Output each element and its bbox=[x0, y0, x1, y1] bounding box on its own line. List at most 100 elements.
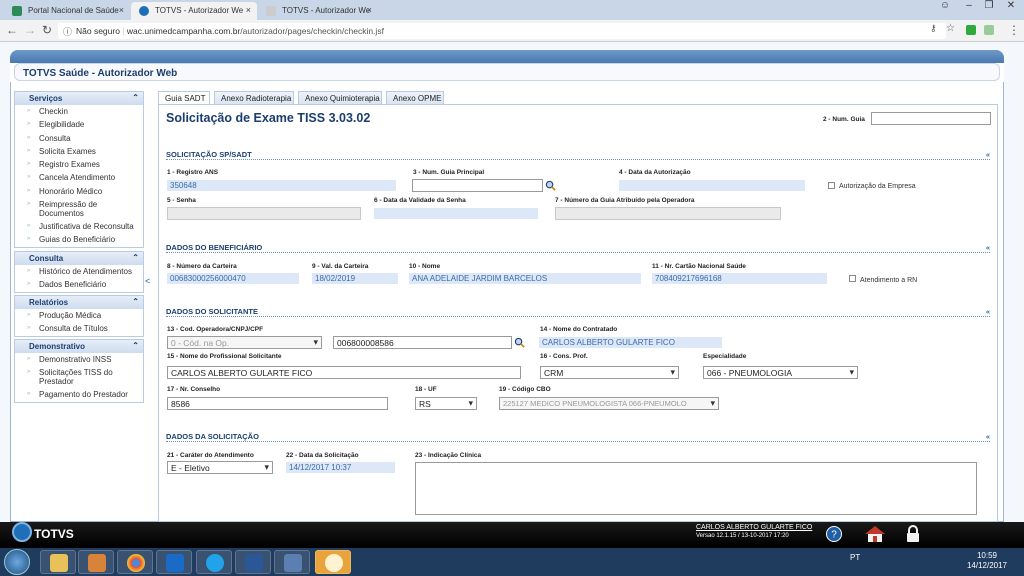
contratado-label: 14 - Nome do Contratado bbox=[540, 326, 618, 333]
browser-tab-1[interactable]: Portal Nacional de Saúde × bbox=[4, 2, 130, 20]
sidebar-header[interactable]: Serviços ⌃ bbox=[15, 92, 143, 105]
back-icon[interactable]: ← bbox=[6, 23, 18, 37]
sidebar-item-checkin[interactable]: Checkin bbox=[15, 105, 143, 118]
close-window-icon[interactable]: ✕ bbox=[1000, 0, 1022, 16]
guia-operadora-field bbox=[555, 207, 781, 220]
sidebar-item-cancela-atendimento[interactable]: Cancela Atendimento bbox=[15, 171, 143, 184]
nome-value: ANA ADELAIDE JARDIM BARCELOS bbox=[409, 273, 641, 284]
home-icon[interactable] bbox=[864, 525, 886, 543]
cons-prof-select[interactable]: CRM bbox=[540, 366, 679, 379]
sidebar-item-consulta[interactable]: Consulta bbox=[15, 132, 143, 145]
collapse-section-icon[interactable]: « bbox=[986, 150, 990, 159]
sidebar-item-demonstrativo-inss[interactable]: Demonstrativo INSS bbox=[15, 353, 143, 366]
registro-ans-value: 350648 bbox=[167, 180, 396, 191]
folder-icon bbox=[50, 554, 68, 572]
taskbar-clock[interactable]: 10:59 14/12/2017 bbox=[960, 551, 1014, 571]
taskbar-app-active[interactable] bbox=[315, 550, 351, 574]
sidebar-collapse-button[interactable]: < bbox=[145, 276, 150, 286]
indicacao-clinica-textarea[interactable] bbox=[415, 462, 977, 515]
collapse-section-icon[interactable]: « bbox=[986, 307, 990, 316]
especialidade-select[interactable]: 066 - PNEUMOLOGIA bbox=[703, 366, 858, 379]
num-guia-input[interactable] bbox=[871, 112, 991, 125]
menu-icon[interactable]: ⋮ bbox=[1008, 23, 1020, 37]
maximize-icon[interactable]: ❐ bbox=[978, 0, 1000, 16]
uf-label: 18 - UF bbox=[415, 386, 437, 393]
taskbar-explorer[interactable] bbox=[40, 550, 76, 574]
val-carteira-label: 9 - Val. da Carteira bbox=[312, 263, 369, 270]
content-tabs: Guia SADT Anexo Radioterapia Anexo Quimi… bbox=[158, 91, 998, 106]
url-field[interactable]: ⓘ Não seguro | wac.unimedcampanha.com.br… bbox=[58, 23, 946, 39]
browser-tab-3[interactable]: TOTVS - Autorizador We × bbox=[258, 2, 378, 20]
sidebar-item-consulta-titulos[interactable]: Consulta de Títulos bbox=[15, 322, 143, 335]
close-tab-icon[interactable]: × bbox=[246, 5, 251, 15]
help-icon[interactable]: ? bbox=[825, 525, 843, 543]
atendimento-rn-checkbox[interactable] bbox=[849, 275, 856, 282]
sidebar-item-elegibilidade[interactable]: Elegibilidade bbox=[15, 118, 143, 131]
reload-icon[interactable]: ↻ bbox=[42, 23, 52, 37]
taskbar-skype[interactable] bbox=[196, 550, 232, 574]
guia-principal-input[interactable] bbox=[412, 179, 543, 192]
cns-label: 11 - Nr. Cartão Nacional Saúde bbox=[652, 263, 746, 270]
sidebar-item-pagamento-prestador[interactable]: Pagamento do Prestador bbox=[15, 388, 143, 401]
cod-operadora-select[interactable]: 0 - Cód. na Op. bbox=[167, 336, 322, 349]
lock-icon[interactable] bbox=[904, 525, 922, 543]
svg-text:?: ? bbox=[831, 530, 837, 541]
sidebar-item-honorario-medico[interactable]: Honorário Médico bbox=[15, 185, 143, 198]
collapse-section-icon[interactable]: « bbox=[986, 432, 990, 441]
section-dados-solicitante: DADOS DO SOLICITANTE « bbox=[166, 307, 990, 317]
sidebar-item-solicita-exames[interactable]: Solicita Exames bbox=[15, 145, 143, 158]
footer-version: Versao 12.1.15 / 13-10-2017 17:20 bbox=[696, 533, 789, 539]
cbo-select[interactable]: 225127 MEDICO PNEUMOLOGISTA 066-PNEUMOLO bbox=[499, 397, 719, 410]
data-autorizacao-value bbox=[619, 180, 805, 191]
system-tray-lang[interactable]: PT bbox=[850, 553, 860, 562]
tab-anexo-quimioterapia[interactable]: Anexo Quimioterapia bbox=[298, 91, 382, 105]
nr-conselho-input[interactable]: 8586 bbox=[167, 397, 388, 410]
data-solicitacao-value: 14/12/2017 10:37 bbox=[286, 462, 395, 473]
collapse-section-icon[interactable]: « bbox=[986, 243, 990, 252]
sidebar-header[interactable]: Consulta ⌃ bbox=[15, 252, 143, 265]
carater-select[interactable]: E - Eletivo bbox=[167, 461, 273, 474]
sidebar-header[interactable]: Relatórios ⌃ bbox=[15, 296, 143, 309]
extension-icon[interactable] bbox=[966, 25, 976, 35]
sidebar-item-guias-beneficiario[interactable]: Guias do Beneficiário bbox=[15, 233, 143, 246]
especialidade-label: Especialidade bbox=[703, 353, 747, 360]
skype-icon bbox=[206, 554, 224, 572]
search-icon[interactable] bbox=[545, 180, 556, 191]
sidebar-header[interactable]: Demonstrativo ⌃ bbox=[15, 340, 143, 353]
close-tab-icon[interactable]: × bbox=[119, 5, 124, 15]
sidebar-item-solicitacoes-tiss[interactable]: Solicitações TISS do Prestador bbox=[15, 366, 143, 388]
search-icon[interactable] bbox=[514, 337, 525, 348]
sidebar-item-dados-beneficiario[interactable]: Dados Beneficiário bbox=[15, 278, 143, 291]
extension-icon[interactable] bbox=[984, 25, 994, 35]
cod-operadora-input[interactable]: 006800008586 bbox=[333, 336, 512, 349]
carteira-label: 8 - Número da Carteira bbox=[167, 263, 237, 270]
taskbar-app[interactable] bbox=[274, 550, 310, 574]
registro-ans-label: 1 - Registro ANS bbox=[167, 169, 219, 176]
taskbar-media[interactable] bbox=[78, 550, 114, 574]
senha-label: 5 - Senha bbox=[167, 197, 196, 204]
sidebar-item-justificativa[interactable]: Justificativa de Reconsulta bbox=[15, 220, 143, 233]
sidebar-item-reimpressao[interactable]: Reimpressão de Documentos bbox=[15, 198, 143, 220]
uf-select[interactable]: RS bbox=[415, 397, 477, 410]
tab-anexo-opme[interactable]: Anexo OPME bbox=[386, 91, 444, 105]
minimize-icon[interactable]: – bbox=[958, 0, 980, 16]
close-tab-icon[interactable]: × bbox=[367, 5, 372, 15]
autorizacao-empresa-checkbox[interactable] bbox=[828, 182, 835, 189]
forward-icon[interactable]: → bbox=[24, 23, 36, 37]
carater-label: 21 - Caráter do Atendimento bbox=[167, 452, 254, 459]
browser-tab-2[interactable]: TOTVS - Autorizador We × bbox=[131, 2, 257, 20]
sidebar-item-registro-exames[interactable]: Registro Exames bbox=[15, 158, 143, 171]
taskbar-word[interactable] bbox=[235, 550, 271, 574]
footer-user-link[interactable]: CARLOS ALBERTO GULARTE FICO bbox=[696, 524, 812, 531]
sidebar-item-historico[interactable]: Histórico de Atendimentos bbox=[15, 265, 143, 278]
profissional-input[interactable]: CARLOS ALBERTO GULARTE FICO bbox=[167, 366, 521, 379]
collapse-caret-icon: ⌃ bbox=[132, 253, 139, 262]
taskbar-outlook[interactable] bbox=[156, 550, 192, 574]
window-user-icon[interactable]: ☺ bbox=[934, 0, 956, 16]
taskbar-chrome[interactable] bbox=[117, 550, 153, 574]
bookmark-star-icon[interactable]: ☆ bbox=[946, 23, 955, 34]
start-button[interactable] bbox=[4, 549, 30, 575]
sidebar-item-producao-medica[interactable]: Produção Médica bbox=[15, 309, 143, 322]
tab-anexo-radioterapia[interactable]: Anexo Radioterapia bbox=[214, 91, 294, 105]
key-icon[interactable]: ⚷ bbox=[930, 23, 937, 34]
